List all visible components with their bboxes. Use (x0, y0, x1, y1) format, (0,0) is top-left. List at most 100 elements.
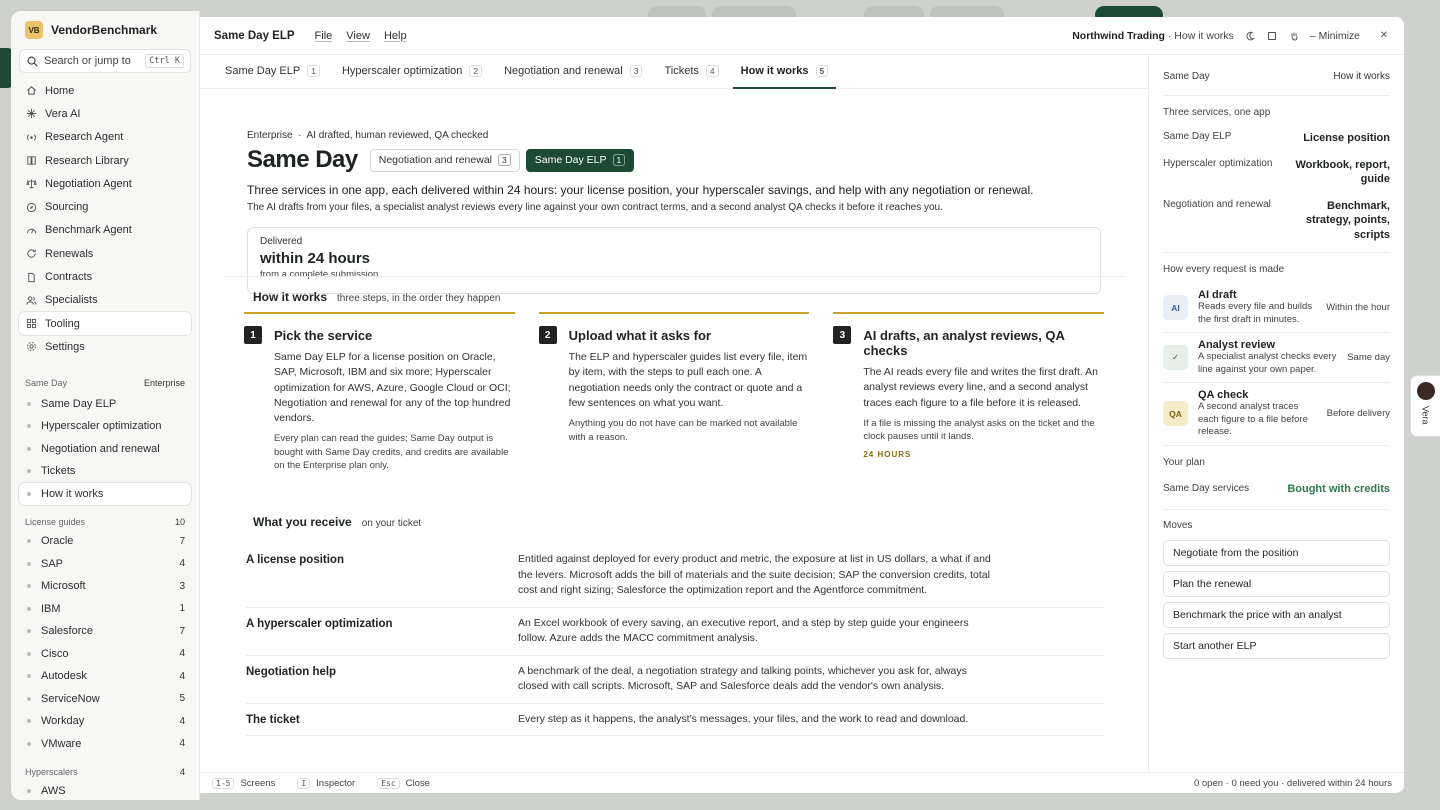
license-guide-item[interactable]: SAP 4 (19, 553, 191, 576)
move-button[interactable]: Plan the renewal (1163, 570, 1390, 597)
vera-avatar (1416, 382, 1435, 400)
tab-label: Hyperscaler optimization (341, 65, 463, 77)
bullet-icon (27, 469, 31, 474)
hand-icon[interactable] (1288, 30, 1300, 42)
shortcut-key: Esc (377, 777, 400, 789)
license-guide-item[interactable]: Salesforce 7 (19, 620, 191, 643)
step-title: Pick the service (274, 328, 373, 343)
nav-item-sourcing[interactable]: Sourcing (19, 195, 191, 218)
receive-item: The ticket (246, 713, 300, 726)
tab-count: 3 (629, 65, 643, 77)
receive-row: A hyperscaler optimization An Excel workb… (246, 608, 1104, 656)
bullet-icon (27, 491, 31, 496)
bullet-icon (27, 561, 31, 566)
moves-list: Negotiate from the position Plan the rene… (1163, 539, 1390, 659)
process-list: AI AI draft Reads every file and builds th… (1163, 283, 1390, 446)
brand[interactable]: VB VendorBenchmark (11, 11, 199, 49)
license-guide-item[interactable]: VMware 4 (19, 733, 191, 756)
tab-same-day-elp[interactable]: Same Day ELP 1 (217, 55, 328, 88)
license-guide-item[interactable]: Workday 4 (19, 710, 191, 733)
process-title: AI draft (1198, 289, 1237, 301)
nav-item-research-agent[interactable]: Research Agent (19, 126, 191, 149)
tab-hyperscaler-optimization[interactable]: Hyperscaler optimization 2 (334, 55, 490, 88)
tab-how-it-works[interactable]: How it works 5 (732, 55, 837, 89)
section-count: 4 (179, 767, 185, 778)
item-label: Tickets (41, 465, 76, 478)
nav-item-specialists[interactable]: Specialists (19, 289, 191, 312)
tab-tickets[interactable]: Tickets 4 (656, 55, 726, 88)
tab-negotiation-and-renewal[interactable]: Negotiation and renewal 3 (496, 55, 650, 88)
step-card: 3 AI drafts, an analyst reviews, QA check… (833, 312, 1105, 473)
hyperscaler-item[interactable]: AWS (19, 780, 191, 800)
license-guide-item[interactable]: IBM 1 (19, 598, 191, 621)
move-button[interactable]: Benchmark the price with an analyst (1163, 601, 1390, 628)
step-number: 2 (538, 326, 557, 344)
same-day-item[interactable]: Same Day ELP (19, 393, 191, 416)
shortcut-key: I (297, 777, 311, 789)
nav-item-vera-ai[interactable]: Vera AI (19, 102, 191, 125)
service-name: Hyperscaler optimization (1163, 157, 1273, 169)
eyebrow-quality: AI drafted, human reviewed, QA checked (306, 130, 489, 141)
document-icon (25, 271, 37, 283)
process-desc: Reads every file and builds the first dr… (1198, 301, 1313, 325)
moon-icon[interactable] (1244, 30, 1256, 42)
minimize-button[interactable]: – Minimize (1310, 30, 1360, 42)
menu-help[interactable]: Help (384, 30, 407, 42)
section-heading: How it works (253, 290, 328, 304)
process-time: Same day (1347, 352, 1390, 363)
same-day-item[interactable]: Negotiation and renewal (19, 438, 191, 461)
nav-item-tooling[interactable]: Tooling (19, 311, 191, 336)
tab-bar: Same Day ELP 1 Hyperscaler optimization 2 Ne… (200, 55, 1148, 89)
item-label: IBM (41, 602, 61, 615)
panel-context: Same Day How it works (1163, 71, 1390, 82)
item-count: 4 (179, 670, 185, 682)
bullet-icon (27, 584, 31, 589)
step-card: 1 Pick the service Same Day ELP for a lice… (244, 312, 515, 473)
item-count: 4 (179, 738, 185, 750)
steps: 1 Pick the service Same Day ELP for a lice… (244, 312, 1105, 473)
nav-item-negotiation-agent[interactable]: Negotiation Agent (19, 172, 191, 195)
process-title: Analyst review (1198, 339, 1276, 351)
plan-value: Bought with credits (1287, 482, 1390, 495)
move-button[interactable]: Negotiate from the position (1163, 539, 1390, 566)
radio-icon (25, 131, 37, 143)
menu-file[interactable]: File (315, 30, 333, 42)
services-title: Three services, one app (1163, 107, 1271, 118)
process-time: Before delivery (1326, 408, 1390, 420)
license-guide-item[interactable]: Oracle 7 (19, 530, 191, 553)
nav-item-renewals[interactable]: Renewals (19, 242, 191, 265)
move-button[interactable]: Start another ELP (1163, 632, 1390, 659)
close-icon[interactable]: ✕ (1378, 30, 1390, 42)
nav-item-research-library[interactable]: Research Library (19, 149, 191, 172)
bullet-icon (27, 629, 31, 634)
same-day-item[interactable]: How it works (19, 482, 191, 506)
license-guide-item[interactable]: Microsoft 3 (19, 575, 191, 598)
title-row: Same Day Negotiation and renewal 3 Same D… (247, 145, 1101, 175)
step-text: The AI reads every file and writes the f… (863, 366, 1098, 409)
vera-tab[interactable]: Vera (1411, 376, 1440, 436)
tab-label: Tickets (664, 65, 699, 77)
nav-item-label: Tooling (45, 317, 80, 330)
delivered-sub: from a complete submission (260, 269, 379, 280)
lead-text: Three services in one app, each delivere… (247, 183, 1034, 197)
tab-count: 5 (815, 65, 829, 77)
same-day-item[interactable]: Hyperscaler optimization (19, 415, 191, 438)
nav-item-settings[interactable]: Settings (19, 335, 191, 358)
search-box[interactable]: Search or jump to Ctrl K (19, 49, 191, 73)
moves-title: Moves (1163, 519, 1193, 531)
same-day-item[interactable]: Tickets (19, 460, 191, 483)
chip-count: 3 (498, 154, 511, 166)
step-title: AI drafts, an analyst reviews, QA checks (863, 328, 1065, 358)
license-guide-item[interactable]: Autodesk 4 (19, 665, 191, 688)
license-guide-item[interactable]: ServiceNow 5 (19, 688, 191, 711)
menu-view[interactable]: View (346, 30, 370, 42)
nav-item-benchmark-agent[interactable]: Benchmark Agent (19, 219, 191, 242)
step-body: Upload what it asks for The ELP and hyper… (569, 328, 810, 444)
chip-same-day-elp[interactable]: Same Day ELP 1 (525, 148, 635, 172)
maximize-icon[interactable] (1266, 30, 1278, 42)
nav-item-contracts[interactable]: Contracts (19, 265, 191, 288)
chip-negotiation[interactable]: Negotiation and renewal 3 (369, 148, 520, 172)
section-badge: Enterprise (143, 377, 185, 388)
license-guide-item[interactable]: Cisco 4 (19, 643, 191, 666)
nav-item-home[interactable]: Home (19, 79, 191, 102)
